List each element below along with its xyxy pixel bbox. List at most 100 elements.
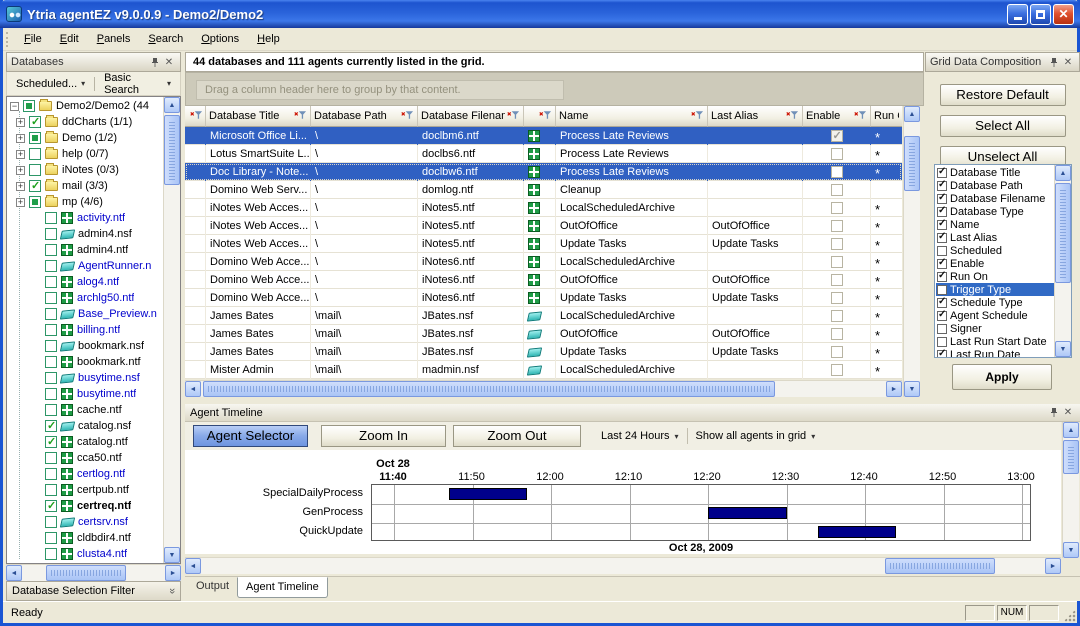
grid-row[interactable]: iNotes Web Acces...\iNotes5.ntfOutOfOffi… — [185, 217, 902, 235]
tree-item[interactable]: billing.ntf — [8, 322, 163, 338]
tree-item[interactable]: clusta4.ntf — [8, 546, 163, 562]
menu-item-file[interactable]: File — [15, 30, 51, 48]
grid-vertical-scrollbar[interactable]: ▲ ▼ — [903, 106, 920, 397]
tree-checkbox[interactable] — [29, 116, 41, 128]
field-row[interactable]: Name — [936, 218, 1054, 231]
expand-icon[interactable]: + — [16, 118, 25, 127]
tree-checkbox[interactable] — [45, 356, 57, 368]
enable-checkbox[interactable] — [831, 238, 843, 250]
tree-item[interactable]: catalog.ntf — [8, 434, 163, 450]
tree-item[interactable]: +ddCharts (1/1) — [8, 114, 163, 130]
zoom-out-button[interactable]: Zoom Out — [453, 425, 581, 447]
agents-filter-dropdown[interactable]: Show all agents in grid — [688, 430, 824, 442]
pin-icon[interactable] — [1047, 406, 1061, 420]
enable-checkbox[interactable] — [831, 148, 843, 160]
filter-icon[interactable] — [294, 110, 307, 123]
close-button[interactable]: ✕ — [1053, 4, 1074, 25]
tree-checkbox[interactable] — [45, 324, 57, 336]
tree-checkbox[interactable] — [45, 420, 57, 432]
pin-icon[interactable] — [148, 55, 162, 69]
tree-item[interactable]: +help (0/7) — [8, 146, 163, 162]
filter-icon[interactable] — [854, 110, 867, 123]
field-row[interactable]: Database Path — [936, 179, 1054, 192]
tree-checkbox[interactable] — [29, 164, 41, 176]
grid-row[interactable]: Doc Library - Note...\doclbw6.ntfProcess… — [185, 163, 902, 181]
column-header-database-filename[interactable]: Database Filename — [418, 106, 524, 127]
tree-item[interactable]: archlg50.ntf — [8, 290, 163, 306]
tree-checkbox[interactable] — [29, 180, 41, 192]
tree-checkbox[interactable] — [45, 404, 57, 416]
timeline-bar[interactable] — [818, 526, 897, 538]
grid-horizontal-scrollbar[interactable]: ◄ ► — [185, 380, 902, 397]
tree-checkbox[interactable] — [45, 308, 57, 320]
field-checkbox[interactable] — [937, 259, 947, 269]
close-panel-icon[interactable]: ✕ — [1061, 55, 1075, 69]
tree-checkbox[interactable] — [29, 132, 41, 144]
scroll-left-icon[interactable]: ◄ — [185, 381, 201, 397]
fields-vertical-scrollbar[interactable]: ▲ ▼ — [1054, 165, 1071, 357]
enable-checkbox[interactable] — [831, 346, 843, 358]
tree-checkbox[interactable] — [45, 484, 57, 496]
enable-checkbox[interactable] — [831, 328, 843, 340]
field-checkbox[interactable] — [937, 207, 947, 217]
menu-item-edit[interactable]: Edit — [51, 30, 88, 48]
agent-selector-button[interactable]: Agent Selector — [193, 425, 308, 447]
tree-item[interactable]: +Demo (1/2) — [8, 130, 163, 146]
tree-checkbox[interactable] — [45, 276, 57, 288]
enable-checkbox[interactable] — [831, 184, 843, 196]
tree-checkbox[interactable] — [45, 292, 57, 304]
grid-row[interactable]: iNotes Web Acces...\iNotes5.ntfUpdate Ta… — [185, 235, 902, 253]
scheduled-dropdown[interactable]: Scheduled... — [11, 76, 90, 92]
grid-row[interactable]: Lotus SmartSuite L...\doclbs6.ntfProcess… — [185, 145, 902, 163]
field-checkbox[interactable] — [937, 350, 947, 358]
field-checkbox[interactable] — [937, 233, 947, 243]
grid-row[interactable]: iNotes Web Acces...\iNotes5.ntfLocalSche… — [185, 199, 902, 217]
scroll-down-icon[interactable]: ▼ — [904, 381, 920, 397]
apply-button[interactable]: Apply — [952, 364, 1052, 390]
enable-checkbox[interactable] — [831, 256, 843, 268]
tree-checkbox[interactable] — [45, 388, 57, 400]
grid-row[interactable]: Mister Admin\mail\madmin.nsfLocalSchedul… — [185, 361, 902, 379]
column-header-run-c[interactable]: Run C — [871, 106, 902, 127]
scroll-down-icon[interactable]: ▼ — [164, 547, 180, 563]
tree-item[interactable]: Base_Preview.n — [8, 306, 163, 322]
expand-icon[interactable]: + — [16, 134, 25, 143]
field-checkbox[interactable] — [937, 246, 947, 256]
tree-checkbox[interactable] — [45, 260, 57, 272]
field-row[interactable]: Database Filename — [936, 192, 1054, 205]
tree-checkbox[interactable] — [45, 468, 57, 480]
tree-vertical-scrollbar[interactable]: ▲ ▼ — [163, 97, 180, 563]
collapse-icon[interactable]: − — [10, 102, 19, 111]
tree-item[interactable]: catalog.nsf — [8, 418, 163, 434]
scroll-up-icon[interactable]: ▲ — [904, 106, 920, 122]
tree-horizontal-scrollbar[interactable]: ◄ ► — [6, 564, 181, 581]
field-row[interactable]: Enable — [936, 257, 1054, 270]
tree-item[interactable]: +mail (3/3) — [8, 178, 163, 194]
scroll-right-icon[interactable]: ► — [1045, 558, 1061, 574]
column-header[interactable] — [524, 106, 556, 127]
maximize-button[interactable] — [1030, 4, 1051, 25]
field-checkbox[interactable] — [937, 168, 947, 178]
timeline-vertical-scrollbar[interactable]: ▲ ▼ — [1062, 422, 1079, 558]
tree-item[interactable]: certsrv.nsf — [8, 514, 163, 530]
scroll-right-icon[interactable]: ► — [165, 565, 181, 581]
pin-icon[interactable] — [1047, 55, 1061, 69]
tree-scroll-thumb[interactable] — [164, 115, 180, 185]
grid-row[interactable]: Domino Web Acce...\iNotes6.ntfLocalSched… — [185, 253, 902, 271]
tree-checkbox[interactable] — [45, 516, 57, 528]
grid-row[interactable]: Microsoft Office Li...\doclbm6.ntfProces… — [185, 127, 902, 145]
grid-scroll-thumb[interactable] — [904, 136, 920, 191]
field-checkbox[interactable] — [937, 272, 947, 282]
enable-checkbox[interactable] — [831, 364, 843, 376]
tree-checkbox[interactable] — [45, 500, 57, 512]
field-checkbox[interactable] — [937, 337, 947, 347]
field-row[interactable]: Scheduled — [936, 244, 1054, 257]
tree-hscroll-thumb[interactable] — [46, 565, 126, 581]
chevron-expand-icon[interactable]: » — [166, 588, 178, 594]
tab-output[interactable]: Output — [188, 577, 237, 598]
field-row[interactable]: Run On — [936, 270, 1054, 283]
tree-item[interactable]: admin4.nsf — [8, 226, 163, 242]
enable-checkbox[interactable] — [831, 292, 843, 304]
tree-item[interactable]: alog4.ntf — [8, 274, 163, 290]
tree-checkbox[interactable] — [45, 548, 57, 560]
